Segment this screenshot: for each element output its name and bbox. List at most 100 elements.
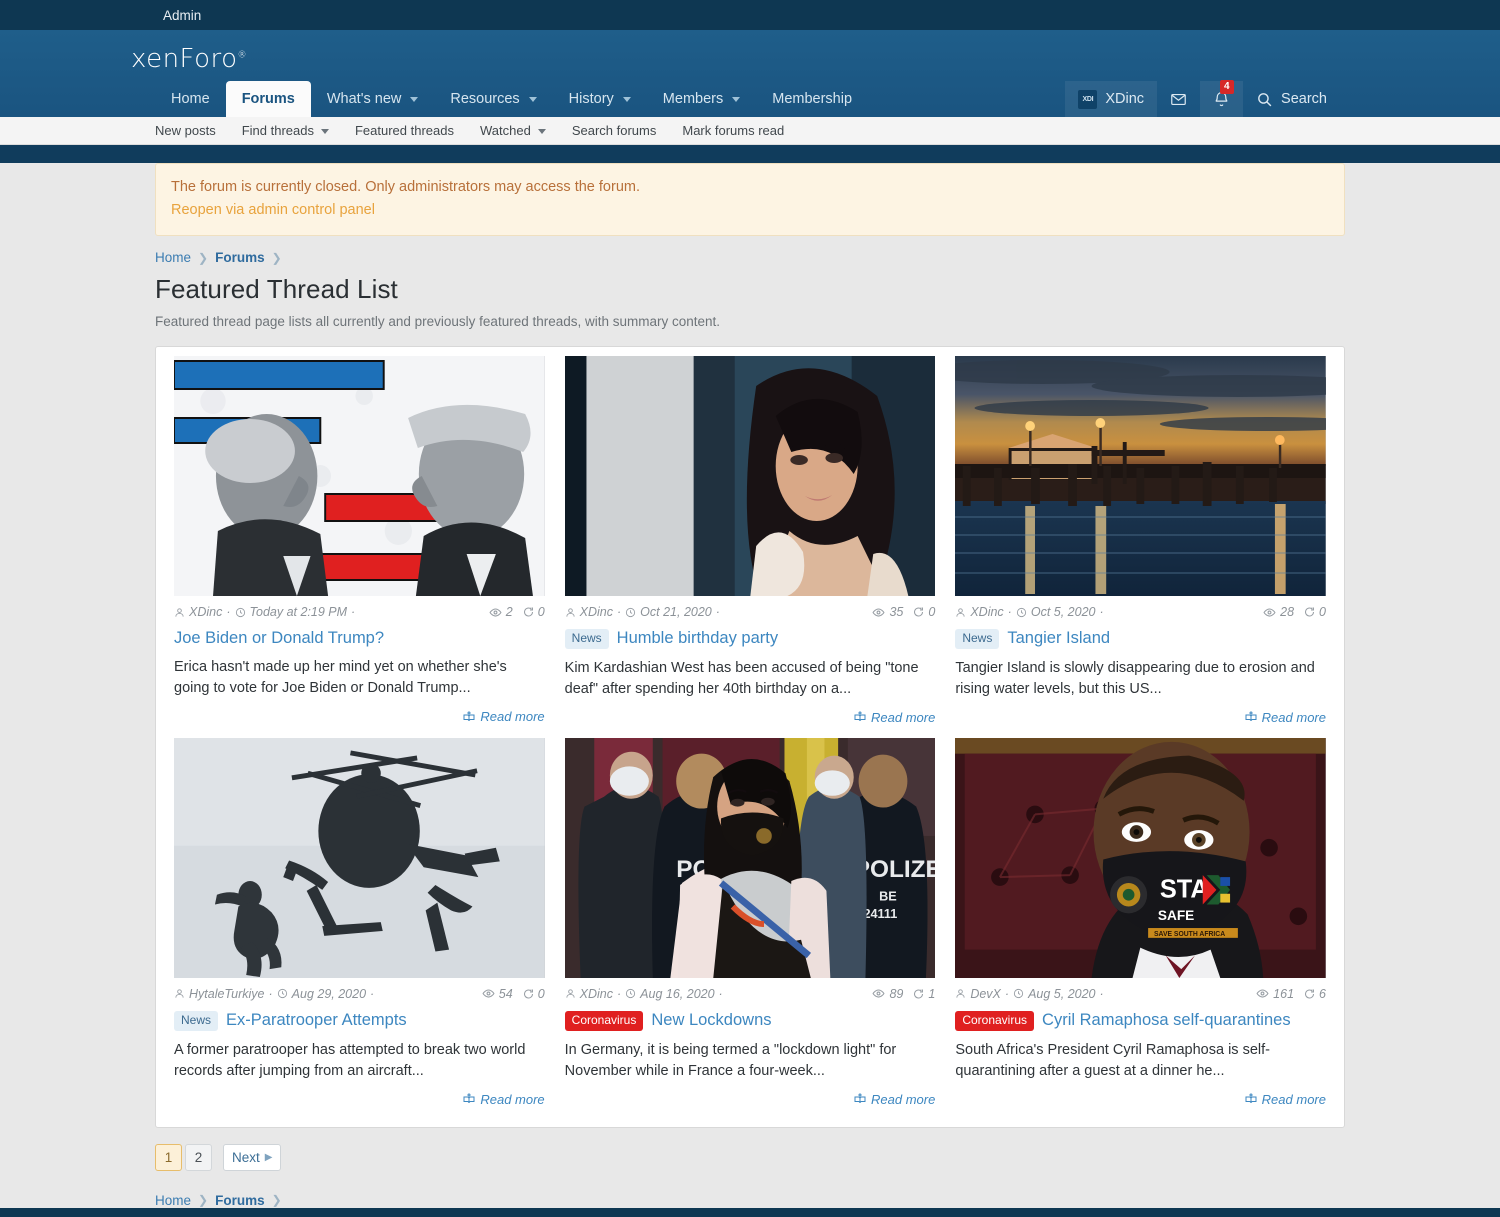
featured-thread-card[interactable]: STA SAFE SAVE SOUTH AFRICA DevX · Aug 5,… xyxy=(945,737,1336,1119)
card-title-link[interactable]: Tangier Island xyxy=(1007,629,1110,648)
comment-icon xyxy=(1303,606,1315,618)
featured-thread-card[interactable]: XDinc · Oct 21, 2020 · 35 0 News Humble … xyxy=(555,355,946,737)
next-label: Next xyxy=(232,1149,260,1165)
card-thumbnail-ramaphosa-mask[interactable]: STA SAFE SAVE SOUTH AFRICA xyxy=(955,737,1326,978)
card-thumbnail-polizei-street[interactable]: POLIZEI BE 24113 POLIZEI BE 24111 xyxy=(564,737,936,978)
card-replies: 0 xyxy=(522,987,545,1001)
card-title-link[interactable]: Joe Biden or Donald Trump? xyxy=(174,629,384,648)
thread-prefix-badge[interactable]: Coronavirus xyxy=(955,1010,1035,1031)
thread-prefix-badge[interactable]: News xyxy=(955,629,1000,649)
replies-count: 0 xyxy=(537,986,545,1001)
subnav-item-find-threads[interactable]: Find threads xyxy=(229,117,342,145)
breadcrumb: Home ❯ Forums ❯ xyxy=(155,236,1345,265)
svg-text:SAVE SOUTH AFRICA: SAVE SOUTH AFRICA xyxy=(1154,931,1225,938)
read-more-link[interactable]: Read more xyxy=(174,700,545,735)
card-author-name: DevX xyxy=(970,986,1001,1001)
subnav-item-search-forums[interactable]: Search forums xyxy=(559,117,670,145)
card-date: Oct 5, 2020 xyxy=(1016,605,1095,619)
card-title-link[interactable]: Cyril Ramaphosa self-quarantines xyxy=(1042,1011,1291,1030)
main-navigation: Home Forums What's new Resources History… xyxy=(0,80,1500,117)
conversations-button[interactable] xyxy=(1157,81,1200,117)
nav-label: Home xyxy=(171,90,210,107)
nav-list: Home Forums What's new Resources History… xyxy=(155,81,868,117)
read-more-link[interactable]: Read more xyxy=(955,701,1326,736)
card-thumbnail-kim-kardashian[interactable] xyxy=(564,356,936,596)
card-stats: 54 0 xyxy=(482,987,545,1001)
card-thumbnail-helicopter-jump[interactable] xyxy=(174,737,545,978)
book-reader-icon xyxy=(463,1093,475,1105)
replies-count: 0 xyxy=(1319,605,1326,619)
nav-item-home[interactable]: Home xyxy=(155,81,226,117)
read-more-link[interactable]: Read more xyxy=(174,1083,545,1118)
featured-thread-grid: XDinc · Today at 2:19 PM · 2 0 Joe Biden… xyxy=(155,346,1345,1128)
featured-thread-card[interactable]: HytaleTurkiye · Aug 29, 2020 · 54 0 News… xyxy=(164,737,555,1119)
nav-item-membership[interactable]: Membership xyxy=(756,81,868,117)
card-date-text: Aug 16, 2020 xyxy=(640,986,715,1001)
card-title-row: Coronavirus Cyril Ramaphosa self-quarant… xyxy=(955,1001,1326,1031)
svg-text:24111: 24111 xyxy=(863,907,897,921)
comment-icon xyxy=(912,606,924,618)
next-page-button[interactable]: Next ▶ xyxy=(223,1143,282,1171)
featured-thread-card[interactable]: POLIZEI BE 24113 POLIZEI BE 24111 xyxy=(555,737,946,1119)
nav-item-whats-new[interactable]: What's new xyxy=(311,81,435,117)
card-date: Aug 29, 2020 xyxy=(277,987,366,1001)
site-logo[interactable]: xenForo® xyxy=(131,44,247,74)
nav-item-forums[interactable]: Forums xyxy=(225,81,311,117)
breadcrumb-forums[interactable]: Forums xyxy=(215,1193,265,1208)
card-thumbnail-biden-trump[interactable] xyxy=(174,356,545,596)
thread-prefix-badge[interactable]: News xyxy=(174,1010,219,1031)
breadcrumb-home[interactable]: Home xyxy=(155,250,191,265)
notice-message: The forum is currently closed. Only admi… xyxy=(171,179,640,195)
chevron-right-icon: ▶ xyxy=(264,1151,273,1163)
site-footer: Contact us Terms and rules Privacy polic… xyxy=(0,1207,1500,1217)
notice-reopen-link[interactable]: Reopen via admin control panel xyxy=(171,200,1329,221)
card-date: Today at 2:19 PM xyxy=(235,605,347,619)
page-button-1[interactable]: 1 xyxy=(155,1143,182,1171)
page-button-2[interactable]: 2 xyxy=(185,1143,212,1171)
read-more-link[interactable]: Read more xyxy=(955,1083,1326,1118)
breadcrumb-forums[interactable]: Forums xyxy=(215,250,265,265)
card-thumbnail-tangier-sunset[interactable] xyxy=(955,356,1326,596)
nav-item-history[interactable]: History xyxy=(553,81,647,117)
thread-prefix-badge[interactable]: Coronavirus xyxy=(564,1010,644,1031)
user-icon xyxy=(174,988,185,999)
card-replies: 0 xyxy=(1303,605,1326,619)
card-title-link[interactable]: Ex-Paratrooper Attempts xyxy=(226,1011,407,1030)
subnav-label: Mark forums read xyxy=(682,123,785,138)
views-count: 161 xyxy=(1273,986,1295,1001)
card-title-row: News Ex-Paratrooper Attempts xyxy=(174,1001,545,1031)
breadcrumb-home[interactable]: Home xyxy=(155,1193,191,1208)
nav-item-resources[interactable]: Resources xyxy=(434,81,552,117)
card-title-row: Coronavirus New Lockdowns xyxy=(564,1001,936,1031)
search-button[interactable]: Search xyxy=(1243,81,1340,117)
card-author-name: XDinc xyxy=(579,605,613,619)
username-label: XDinc xyxy=(1105,91,1145,107)
card-title-link[interactable]: New Lockdowns xyxy=(651,1011,771,1030)
subnav-item-mark-forums-read[interactable]: Mark forums read xyxy=(669,117,797,145)
card-snippet: A former paratrooper has attempted to br… xyxy=(174,1041,526,1079)
replies-count: 0 xyxy=(537,605,545,619)
book-reader-icon xyxy=(463,711,475,723)
alerts-button[interactable]: 4 xyxy=(1200,80,1244,117)
subnav-item-watched[interactable]: Watched xyxy=(467,117,559,145)
thread-prefix-badge[interactable]: News xyxy=(564,629,609,649)
page-content: The forum is currently closed. Only admi… xyxy=(0,163,1500,1208)
subnav-label: Search forums xyxy=(571,123,657,138)
nav-item-members[interactable]: Members xyxy=(647,81,756,117)
featured-thread-card[interactable]: XDinc · Today at 2:19 PM · 2 0 Joe Biden… xyxy=(164,355,555,737)
subnav-item-new-posts[interactable]: New posts xyxy=(155,117,229,145)
card-title-link[interactable]: Humble birthday party xyxy=(617,629,778,648)
user-menu-button[interactable]: XDI XDinc xyxy=(1065,81,1158,117)
card-views: 2 xyxy=(489,605,513,619)
subnav-item-featured-threads[interactable]: Featured threads xyxy=(342,117,467,145)
logo-text: xenForo xyxy=(131,44,238,74)
read-more-link[interactable]: Read more xyxy=(565,701,935,736)
svg-text:STA: STA xyxy=(1160,875,1209,903)
card-date-text: Oct 21, 2020 xyxy=(640,605,712,619)
read-more-link[interactable]: Read more xyxy=(565,1083,935,1118)
nav-label: Resources xyxy=(450,90,520,107)
card-author: DevX xyxy=(955,987,1001,1001)
admin-link[interactable]: Admin xyxy=(163,8,201,23)
chevron-down-icon xyxy=(622,97,631,102)
featured-thread-card[interactable]: XDinc · Oct 5, 2020 · 28 0 News Tangier … xyxy=(945,355,1336,737)
